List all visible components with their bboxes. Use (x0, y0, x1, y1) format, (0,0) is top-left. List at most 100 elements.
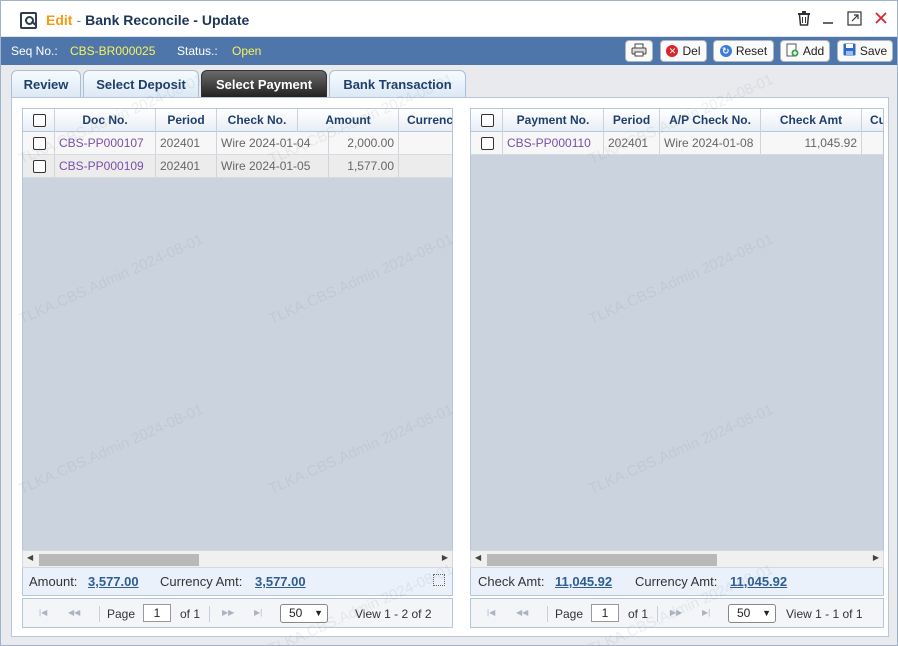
currency-cell (399, 155, 452, 177)
search-document-icon (20, 12, 37, 29)
reset-button[interactable]: ↻ Reset (713, 40, 774, 62)
window-title: Edit - Bank Reconcile - Update (46, 12, 249, 28)
grid-summary-footer: Check Amt: 11,045.92 Currency Amt: 11,04… (470, 568, 884, 596)
grid-header: Payment No. Period A/P Check No. Check A… (471, 109, 883, 132)
status-value: Open (232, 44, 262, 58)
expand-icon[interactable] (433, 574, 445, 586)
grid-pager: |◀ ◀◀ Page 1 of 1 ▶▶ ▶| 50 View 1 - 2 of… (22, 598, 453, 628)
page-count: of 1 (628, 607, 649, 621)
last-page-icon[interactable]: ▶| (254, 608, 262, 617)
tab-select-deposit[interactable]: Select Deposit (83, 70, 199, 98)
amount-cell: 1,577.00 (329, 155, 399, 177)
column-check-no[interactable]: Check No. (217, 109, 298, 132)
select-all-cell (471, 109, 503, 132)
currency-cell (862, 132, 883, 154)
amount-cell: 2,000.00 (329, 132, 399, 154)
currency-cell (399, 132, 452, 154)
payment-no-cell[interactable]: CBS-PP000110 (503, 132, 604, 154)
delete-icon: ✕ (666, 45, 679, 57)
add-label: Add (802, 44, 825, 58)
payment-grid: Payment No. Period A/P Check No. Check A… (470, 108, 884, 568)
table-row[interactable]: CBS-PP000110 202401 Wire 2024-01-08 11,0… (471, 132, 883, 155)
check-total-value[interactable]: 11,045.92 (555, 574, 612, 589)
column-payment-no[interactable]: Payment No. (503, 109, 604, 132)
currency-total-value[interactable]: 3,577.00 (255, 574, 306, 589)
scroll-thumb[interactable] (39, 554, 199, 566)
page-size-select[interactable]: 50 (280, 604, 328, 623)
doc-no-cell[interactable]: CBS-PP000109 (55, 155, 156, 177)
scroll-left-icon[interactable]: ◀ (475, 553, 481, 562)
page-size-select[interactable]: 50 (728, 604, 776, 623)
title-text: Bank Reconcile - Update (85, 12, 250, 28)
title-separator: - (76, 12, 82, 28)
page-input[interactable]: 1 (591, 604, 619, 622)
column-currency[interactable]: Currenc (399, 109, 452, 132)
currency-total-label: Currency Amt: (635, 574, 718, 589)
scroll-right-icon[interactable]: ▶ (873, 553, 879, 562)
pager-divider (209, 606, 210, 622)
view-range-text: View 1 - 1 of 1 (786, 607, 863, 621)
column-check-amt[interactable]: Check Amt (761, 109, 862, 132)
save-button[interactable]: Save (837, 40, 893, 62)
grid-summary-footer: Amount: 3,577.00 Currency Amt: 3,577.00 (22, 568, 453, 596)
add-button[interactable]: Add (780, 40, 830, 62)
tab-bank-transaction[interactable]: Bank Transaction (329, 70, 466, 98)
seq-value: CBS-BR000025 (70, 44, 156, 58)
scroll-left-icon[interactable]: ◀ (27, 553, 33, 562)
column-amount[interactable]: Amount (298, 109, 399, 132)
ap-check-no-cell: Wire 2024-01-08 (660, 132, 761, 154)
scroll-right-icon[interactable]: ▶ (442, 553, 448, 562)
column-currency[interactable]: Cu (862, 109, 883, 132)
maximize-icon[interactable] (845, 11, 863, 29)
reset-label: Reset (735, 44, 768, 58)
table-row[interactable]: CBS-PP000109 202401 Wire 2024-01-05 1,57… (23, 155, 452, 178)
last-page-icon[interactable]: ▶| (702, 608, 710, 617)
prev-page-icon[interactable]: ◀◀ (516, 608, 528, 617)
currency-total-label: Currency Amt: (160, 574, 243, 589)
amount-total-value[interactable]: 3,577.00 (88, 574, 139, 589)
close-icon[interactable] (872, 11, 890, 29)
currency-total-value[interactable]: 11,045.92 (730, 574, 787, 589)
title-bar: Edit - Bank Reconcile - Update (1, 1, 897, 37)
seq-label: Seq No.: (11, 44, 58, 58)
select-all-checkbox[interactable] (33, 114, 46, 127)
page-label: Page (107, 607, 136, 621)
save-label: Save (859, 44, 888, 58)
grid-pager: |◀ ◀◀ Page 1 of 1 ▶▶ ▶| 50 View 1 - 1 of… (470, 598, 884, 628)
select-all-checkbox[interactable] (481, 114, 494, 127)
tab-select-payment[interactable]: Select Payment (201, 70, 327, 98)
table-row[interactable]: CBS-PP000107 202401 Wire 2024-01-04 2,00… (23, 132, 452, 155)
first-page-icon[interactable]: |◀ (487, 608, 495, 617)
row-checkbox[interactable] (481, 137, 494, 150)
next-page-icon[interactable]: ▶▶ (670, 608, 682, 617)
scroll-thumb[interactable] (487, 554, 717, 566)
mode-label: Edit (46, 12, 73, 28)
column-doc-no[interactable]: Doc No. (55, 109, 156, 132)
column-period[interactable]: Period (156, 109, 217, 132)
horizontal-scrollbar[interactable]: ◀ ▶ (470, 550, 884, 568)
page-count: of 1 (180, 607, 201, 621)
row-checkbox[interactable] (33, 137, 46, 150)
column-ap-check-no[interactable]: A/P Check No. (660, 109, 761, 132)
page-input[interactable]: 1 (143, 604, 171, 622)
print-button[interactable] (625, 40, 653, 62)
column-period[interactable]: Period (604, 109, 660, 132)
printer-icon (631, 43, 647, 60)
row-checkbox[interactable] (33, 160, 46, 173)
horizontal-scrollbar[interactable]: ◀ ▶ (22, 550, 453, 568)
period-cell: 202401 (604, 132, 660, 154)
pager-divider (99, 606, 100, 622)
row-select-cell (23, 132, 55, 154)
tab-review[interactable]: Review (11, 70, 81, 98)
next-page-icon[interactable]: ▶▶ (222, 608, 234, 617)
prev-page-icon[interactable]: ◀◀ (68, 608, 80, 617)
page-label: Page (555, 607, 584, 621)
pager-divider (547, 606, 548, 622)
trash-icon[interactable] (795, 11, 813, 29)
delete-button[interactable]: ✕ Del (660, 40, 707, 62)
row-select-cell (471, 132, 503, 154)
minimize-icon[interactable] (819, 11, 837, 29)
add-document-icon (786, 43, 799, 60)
doc-no-cell[interactable]: CBS-PP000107 (55, 132, 156, 154)
first-page-icon[interactable]: |◀ (39, 608, 47, 617)
